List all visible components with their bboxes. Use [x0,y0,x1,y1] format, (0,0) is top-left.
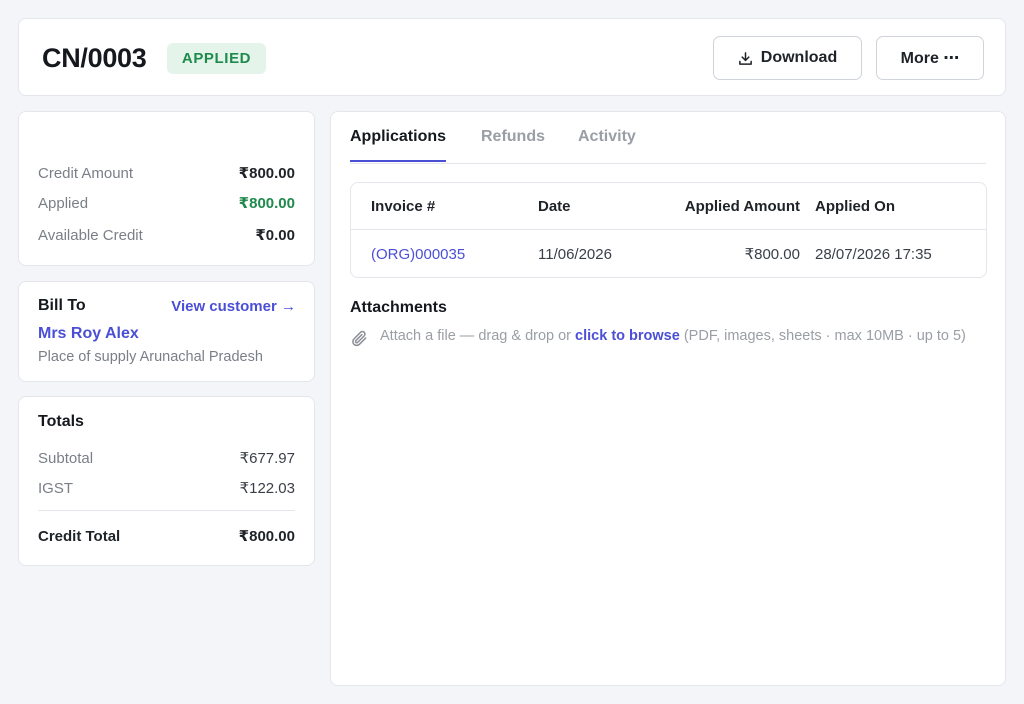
totals-divider [38,510,295,511]
applications-table: Invoice # Date Applied Amount Applied On… [350,182,987,278]
available-credit-row: Available Credit ₹0.00 [38,226,295,245]
credit-total-label: Credit Total [38,527,121,545]
available-credit-label: Available Credit [38,226,143,244]
column-header-invoice: Invoice # [371,197,436,215]
column-header-date: Date [538,197,571,215]
browse-link[interactable]: click to browse [575,328,680,344]
credit-total-value: ₹800.00 [238,528,295,545]
view-customer-link[interactable]: View customer → [171,298,296,315]
credit-total-row: Credit Total ₹800.00 [38,527,295,546]
tab-refunds[interactable]: Refunds [481,128,545,160]
igst-value: ₹122.03 [239,480,295,497]
paperclip-icon [350,328,370,353]
applied-on: 28/07/2026 17:35 [815,245,932,263]
more-button[interactable]: More ⋯ [876,36,984,80]
subtotal-label: Subtotal [38,449,94,467]
available-credit-value: ₹0.00 [255,227,295,244]
bill-to-card: Bill To View customer → Mrs Roy Alex Pla… [18,281,315,382]
header-card: CN/0003 APPLIED Download More ⋯ [18,18,1006,96]
bill-to-heading: Bill To [38,297,86,314]
tab-applications[interactable]: Applications [350,128,447,162]
table-header: Invoice # Date Applied Amount Applied On [351,183,986,230]
column-header-applied-amount: Applied Amount [684,197,800,215]
attachments-heading: Attachments [350,299,447,316]
credit-summary-card: Credit Amount ₹800.00 Applied ₹800.00 Av… [18,111,315,266]
download-label: Download [760,49,838,66]
main-panel: Applications Refunds Activity Invoice # … [330,111,1006,686]
page-title: CN/0003 [42,43,147,73]
tab-bar: Applications Refunds Activity [350,112,986,164]
download-icon [738,51,753,66]
invoice-date: 11/06/2026 [538,245,612,263]
igst-label: IGST [38,479,74,497]
attachment-dropzone[interactable]: Attach a file — drag & drop or click to … [350,328,970,353]
totals-card: Totals Subtotal ₹677.97 IGST ₹122.03 Cre… [18,396,315,566]
applied-row: Applied ₹800.00 [38,194,295,213]
place-of-supply: Place of supply Arunachal Pradesh [38,349,263,365]
applied-label: Applied [38,194,89,212]
igst-row: IGST ₹122.03 [38,479,295,498]
applied-amount: ₹800.00 [744,246,800,263]
table-row: (ORG)000035 11/06/2026 ₹800.00 28/07/202… [351,230,986,278]
more-label: More ⋯ [900,50,960,67]
tab-activity[interactable]: Activity [578,128,636,160]
credit-amount-label: Credit Amount [38,164,134,182]
credit-amount-row: Credit Amount ₹800.00 [38,164,295,183]
subtotal-row: Subtotal ₹677.97 [38,449,295,468]
customer-name-link[interactable]: Mrs Roy Alex [38,325,139,343]
column-header-applied-on: Applied On [815,197,895,215]
bill-to-header: Bill To View customer → [38,297,296,315]
invoice-link[interactable]: (ORG)000035 [371,230,465,278]
status-badge: APPLIED [167,43,266,74]
applied-value: ₹800.00 [238,195,295,212]
attachment-hint: Attach a file — drag & drop or click to … [380,328,966,353]
download-button[interactable]: Download [713,36,862,80]
credit-amount-value: ₹800.00 [238,165,295,182]
subtotal-value: ₹677.97 [239,450,295,467]
attachment-hint-prefix: Attach a file — drag & drop or [380,328,576,344]
attachment-hint-suffix: (PDF, images, sheets · max 10MB · up to … [679,328,966,344]
totals-heading: Totals [38,413,84,430]
